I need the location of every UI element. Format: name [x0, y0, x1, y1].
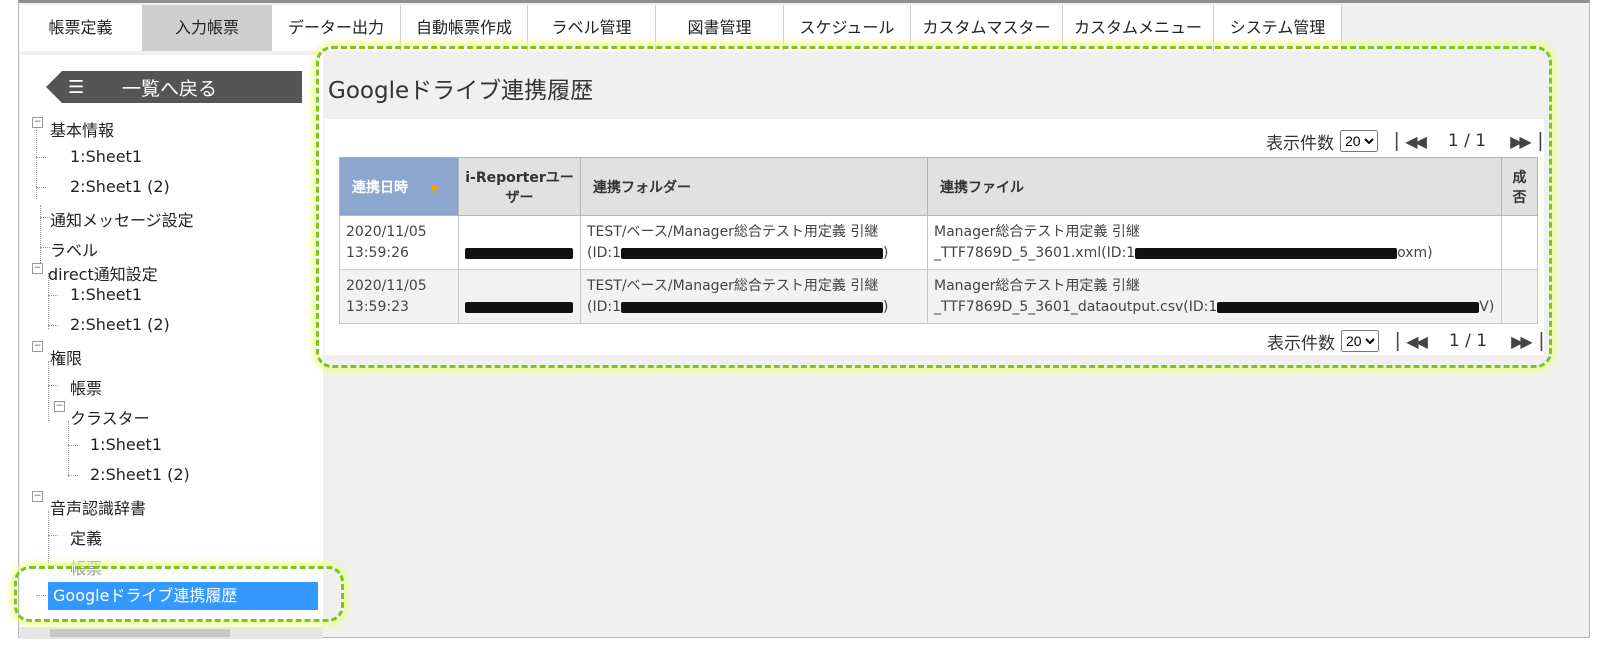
tab-form-definition[interactable]: 帳票定義 [19, 5, 143, 51]
tree-item-forms[interactable]: 帳票 [70, 375, 102, 399]
sidebar: ☰ 一覧へ戻る − 基本情報 1:Sheet1 2:Sheet1 (2) 通知メ… [20, 55, 323, 639]
tree-item-sheet[interactable]: 2:Sheet1 (2) [70, 177, 170, 196]
tab-data-output[interactable]: データー出力 [272, 5, 401, 51]
collapse-toggle-icon[interactable]: − [32, 341, 43, 352]
top-nav: 帳票定義 入力帳票 データー出力 自動帳票作成 ラベル管理 図書管理 スケジュー… [19, 5, 1342, 51]
tab-system-management[interactable]: システム管理 [1214, 5, 1342, 51]
tree-item-label[interactable]: ラベル [50, 237, 98, 261]
tab-custom-master[interactable]: カスタムマスター [911, 5, 1063, 51]
tree-item-voice-dictionary[interactable]: 音声認識辞書 [50, 495, 146, 519]
scrollbar-thumb[interactable] [50, 629, 230, 637]
tree-item-direct-notification[interactable]: direct通知設定 [48, 261, 158, 285]
tab-label-management[interactable]: ラベル管理 [528, 5, 656, 51]
tree-item-definition[interactable]: 定義 [70, 525, 102, 549]
collapse-toggle-icon[interactable]: − [32, 263, 43, 274]
tab-auto-form-creation[interactable]: 自動帳票作成 [401, 5, 528, 51]
sidebar-scrollbar[interactable] [20, 627, 323, 639]
back-button-label: 一覧へ戻る [122, 78, 218, 100]
tree-item-notification-message[interactable]: 通知メッセージ設定 [50, 207, 194, 231]
tab-schedule[interactable]: スケジュール [784, 5, 911, 51]
tree-item-sheet[interactable]: 2:Sheet1 (2) [70, 315, 170, 334]
tree-item-basic-info[interactable]: 基本情報 [50, 117, 114, 141]
collapse-toggle-icon[interactable]: − [54, 401, 65, 412]
collapse-toggle-icon[interactable]: − [32, 491, 43, 502]
tree-item-sheet[interactable]: 2:Sheet1 (2) [90, 465, 190, 484]
highlight-frame-main [316, 46, 1552, 368]
tree-item-cluster[interactable]: クラスター [70, 405, 150, 429]
tab-custom-menu[interactable]: カスタムメニュー [1063, 5, 1214, 51]
tab-library-management[interactable]: 図書管理 [656, 5, 784, 51]
collapse-toggle-icon[interactable]: − [32, 117, 43, 128]
highlight-frame-selected [14, 566, 344, 622]
tree-item-sheet[interactable]: 1:Sheet1 [70, 147, 142, 166]
tree-item-sheet[interactable]: 1:Sheet1 [70, 285, 142, 304]
tab-input-forms[interactable]: 入力帳票 [143, 5, 272, 51]
back-to-list-button[interactable]: ☰ 一覧へ戻る [46, 71, 302, 103]
list-icon: ☰ [68, 77, 85, 98]
tree-item-sheet[interactable]: 1:Sheet1 [90, 435, 162, 454]
tree-item-permissions[interactable]: 権限 [50, 345, 82, 369]
